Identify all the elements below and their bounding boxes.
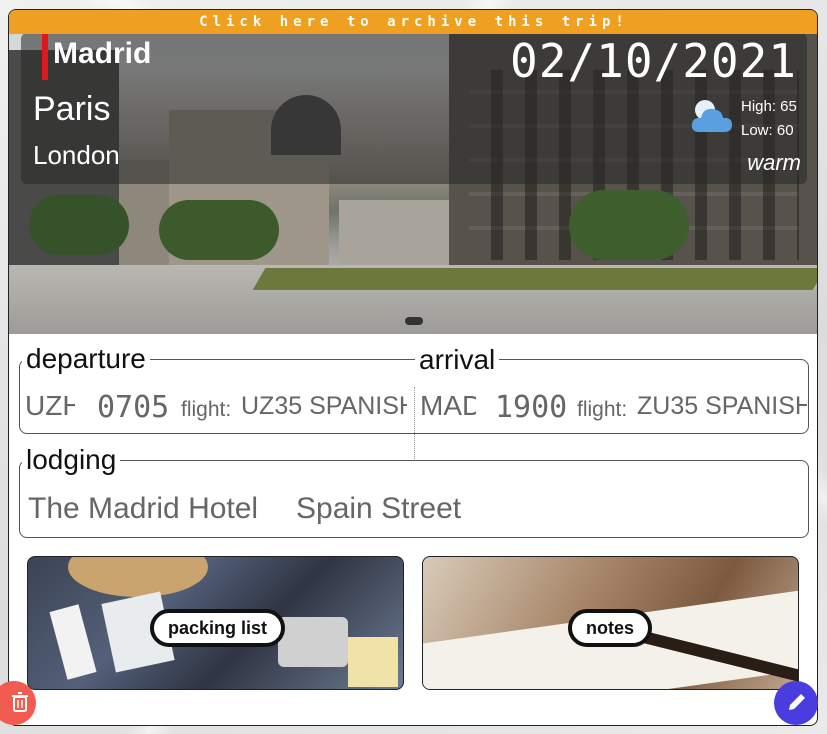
weather-description: warm <box>747 150 801 175</box>
partly-cloudy-icon <box>691 100 732 132</box>
notes-tile[interactable]: notes <box>422 556 799 690</box>
lodging-name: The Madrid Hotel <box>28 492 259 525</box>
notes-label: notes <box>568 609 653 647</box>
departure-time: 0705 <box>97 390 170 425</box>
trip-card: Click here to archive this trip! Madrid … <box>8 9 818 726</box>
city-primary: Madrid <box>53 37 152 70</box>
packing-list-label: packing list <box>150 609 286 647</box>
pencil-icon <box>789 694 805 710</box>
arrival-flight-number: ZU35 SPANISH <box>637 392 807 420</box>
departure-legend: departure <box>26 343 146 374</box>
city-tertiary: London <box>33 140 120 170</box>
packing-list-tile[interactable]: packing list <box>27 556 404 690</box>
arrival-airport: MAD <box>420 390 476 421</box>
trip-date: 02/10/2021 <box>510 34 797 88</box>
trash-icon <box>12 692 28 712</box>
departure-flight-label: flight: <box>181 398 232 421</box>
city-secondary: Paris <box>33 90 111 128</box>
weather-high: High: 65 <box>741 98 797 115</box>
arrival-flight-label: flight: <box>577 398 628 421</box>
lodging-address: Spain Street <box>296 492 462 525</box>
departure-airport: UZH <box>25 390 75 421</box>
archive-trip-button[interactable]: Click here to archive this trip! <box>9 10 817 34</box>
arrival-legend: arrival <box>415 346 500 374</box>
carousel-indicator[interactable] <box>405 317 423 325</box>
lodging-legend: lodging <box>26 444 117 475</box>
arrival-time: 1900 <box>495 390 568 425</box>
departure-flight-number: UZ35 SPANISH AIR <box>241 392 407 420</box>
weather-low: Low: 60 <box>741 122 794 139</box>
city-accent-bar <box>42 34 48 80</box>
edit-trip-button[interactable] <box>774 681 818 725</box>
hero-image: Click here to archive this trip! Madrid … <box>9 10 817 334</box>
